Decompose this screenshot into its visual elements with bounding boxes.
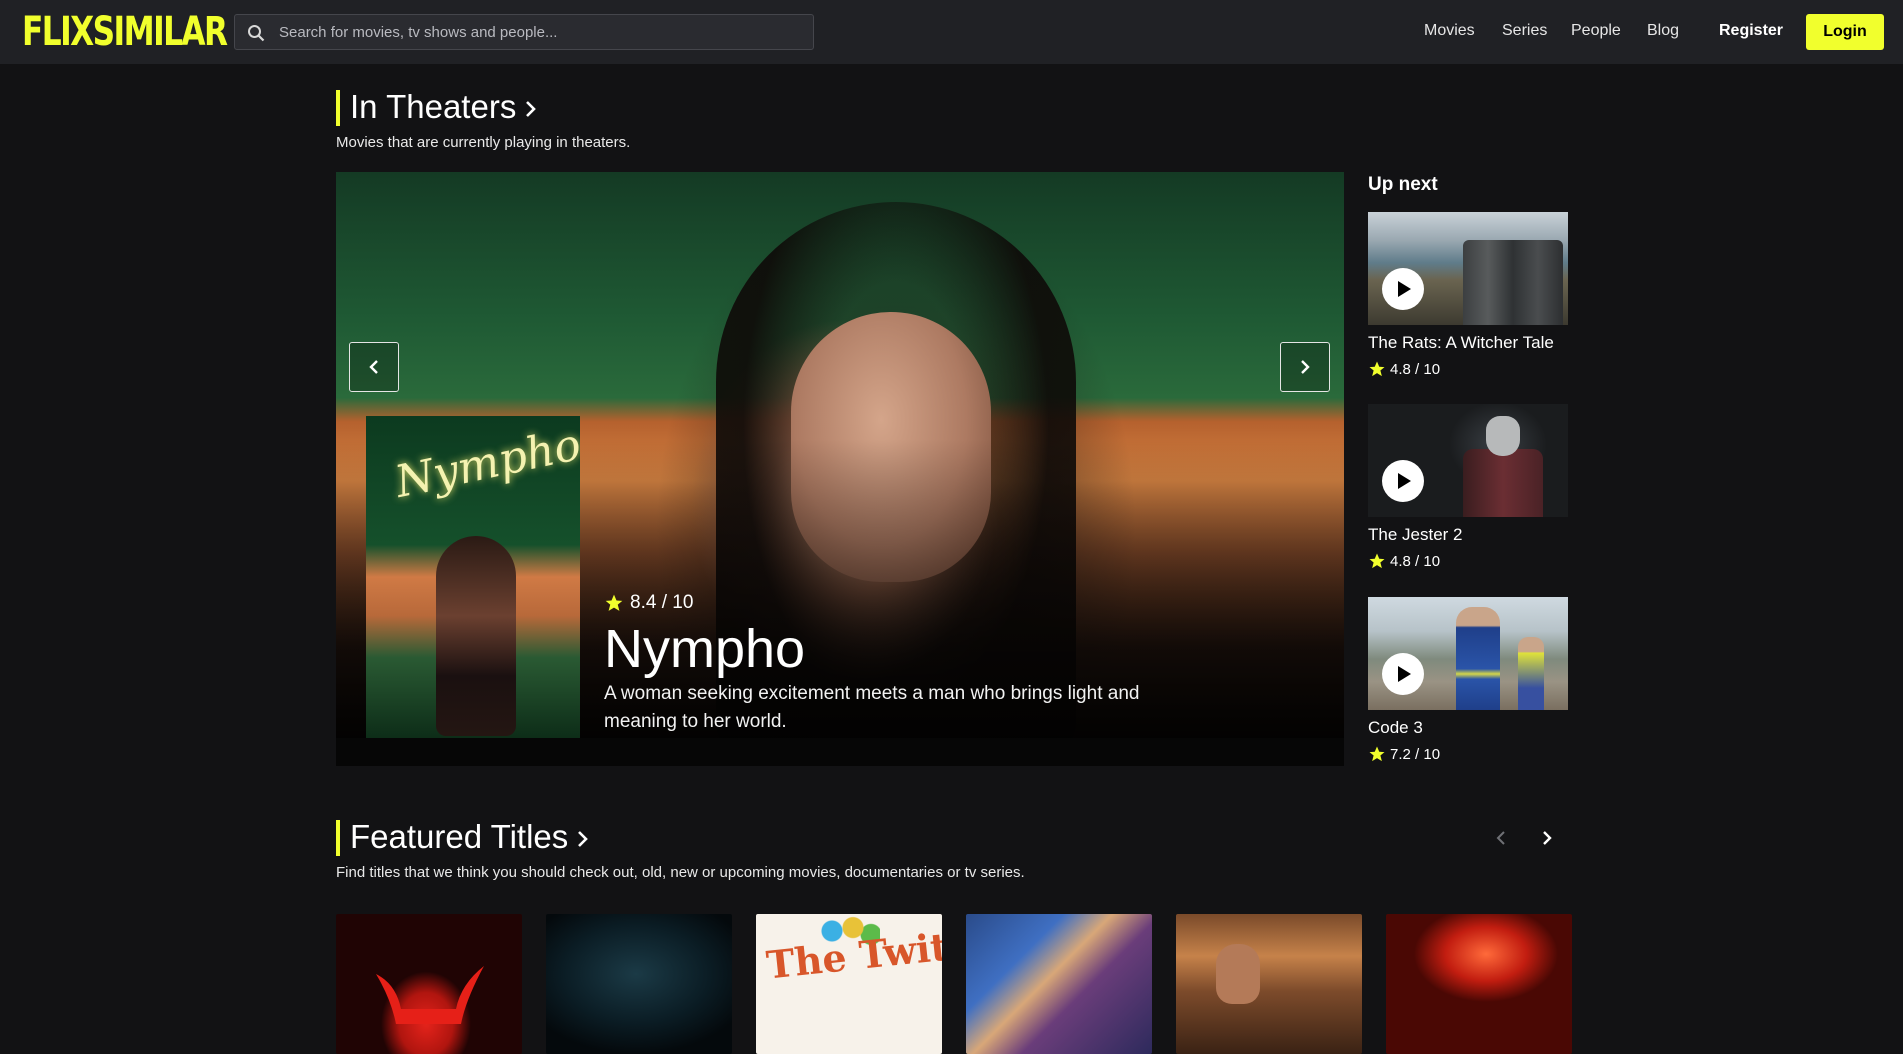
up-next-rating-value: 4.8 / 10	[1390, 360, 1441, 378]
nav-blog[interactable]: Blog	[1647, 22, 1679, 40]
site-logo[interactable]: FLIXSIMILAR	[22, 10, 228, 54]
search-input[interactable]	[279, 15, 799, 49]
chevron-right-icon	[1301, 360, 1310, 374]
nav-movies[interactable]: Movies	[1424, 22, 1475, 40]
hero-carousel[interactable]: Nympho 8.4 / 10 Nympho A woman seeking e…	[336, 172, 1344, 766]
devil-horns-artwork	[376, 966, 484, 1024]
featured-prev-button[interactable]	[1489, 826, 1513, 850]
nav-series[interactable]: Series	[1502, 22, 1547, 40]
star-icon	[1369, 361, 1385, 377]
thumbnail-mask	[1486, 416, 1520, 456]
up-next-rating: 4.8 / 10	[1368, 360, 1440, 378]
featured-title-card[interactable]	[1176, 914, 1362, 1054]
featured-next-button[interactable]	[1535, 826, 1559, 850]
play-icon[interactable]	[1382, 460, 1424, 502]
thumbnail-figure	[1456, 607, 1500, 710]
featured-title-card[interactable]	[546, 914, 732, 1054]
search-icon	[248, 25, 265, 42]
featured-title-card[interactable]	[1386, 914, 1572, 1054]
up-next-name[interactable]: The Rats: A Witcher Tale	[1368, 333, 1554, 353]
up-next-title: Up next	[1368, 174, 1438, 195]
up-next-thumbnail[interactable]	[1368, 212, 1568, 325]
poster-title-text: Nympho	[390, 419, 580, 508]
up-next-thumbnail[interactable]	[1368, 597, 1568, 710]
up-next-rating-value: 7.2 / 10	[1390, 745, 1441, 763]
poster-figure	[436, 536, 516, 736]
chevron-left-icon	[369, 360, 378, 374]
featured-titles-title[interactable]: Featured Titles	[350, 818, 568, 856]
up-next-rating: 4.8 / 10	[1368, 552, 1440, 570]
search-box[interactable]	[234, 14, 814, 50]
up-next-thumbnail[interactable]	[1368, 404, 1568, 517]
hero-prev-button[interactable]	[349, 342, 399, 392]
thumbnail-face	[1216, 944, 1260, 1004]
login-button[interactable]: Login	[1806, 14, 1884, 50]
play-icon[interactable]	[1382, 653, 1424, 695]
star-icon	[605, 594, 623, 611]
up-next-rating: 7.2 / 10	[1368, 745, 1440, 763]
hero-next-button[interactable]	[1280, 342, 1330, 392]
up-next-name[interactable]: Code 3	[1368, 718, 1423, 738]
in-theaters-title[interactable]: In Theaters	[350, 88, 516, 126]
register-link[interactable]: Register	[1719, 22, 1783, 40]
featured-title-card[interactable]	[336, 914, 522, 1054]
in-theaters-subtitle: Movies that are currently playing in the…	[336, 134, 631, 151]
movie-poster[interactable]: Nympho	[366, 416, 580, 738]
featured-titles-subtitle: Find titles that we think you should che…	[336, 864, 1025, 881]
chevron-right-icon[interactable]	[520, 96, 542, 122]
movie-rating-value: 8.4 / 10	[630, 592, 694, 613]
up-next-rating-value: 4.8 / 10	[1390, 552, 1441, 570]
thumbnail-figure	[1518, 637, 1544, 710]
star-icon	[1369, 746, 1385, 762]
chevron-right-icon[interactable]	[572, 826, 594, 852]
section-accent-bar	[336, 820, 340, 856]
movie-description: A woman seeking excitement meets a man w…	[604, 683, 1140, 732]
featured-title-card[interactable]	[966, 914, 1152, 1054]
hero-bottom-strip	[336, 738, 1344, 766]
featured-title-card[interactable]: The Twits	[756, 914, 942, 1054]
top-navigation-bar: FLIXSIMILAR Movies Series People Blog Re…	[0, 0, 1903, 64]
section-accent-bar	[336, 90, 340, 126]
nav-people[interactable]: People	[1571, 22, 1621, 40]
play-icon[interactable]	[1382, 268, 1424, 310]
up-next-name[interactable]: The Jester 2	[1368, 525, 1463, 545]
thumbnail-figures	[1463, 240, 1563, 325]
star-icon	[1369, 553, 1385, 569]
thumbnail-figure	[1463, 449, 1543, 517]
movie-title[interactable]: Nympho	[604, 618, 805, 680]
movie-rating: 8.4 / 10	[604, 592, 693, 614]
